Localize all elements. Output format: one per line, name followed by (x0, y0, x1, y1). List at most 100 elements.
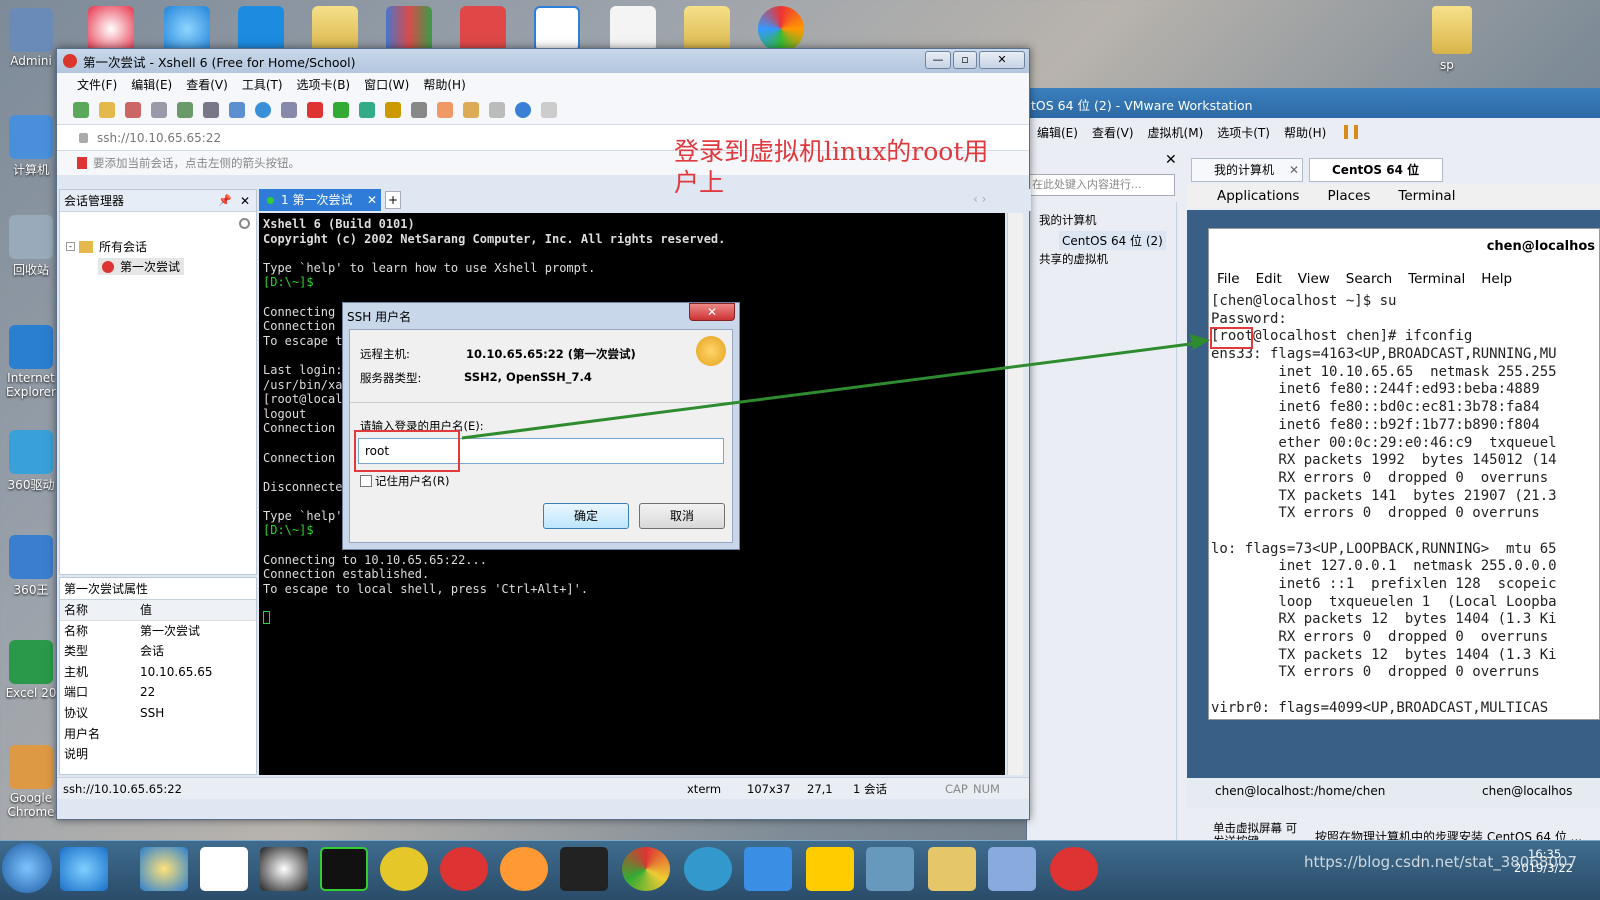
ie-taskbar-icon-2[interactable] (140, 847, 188, 891)
reconnect-icon[interactable] (151, 101, 167, 118)
help-icon[interactable] (515, 101, 531, 118)
start-button[interactable] (2, 843, 52, 893)
tab-close-icon[interactable]: ✕ (367, 189, 377, 211)
term-menu-help[interactable]: Help (1481, 271, 1512, 287)
gnome-menu-places[interactable]: Places (1327, 188, 1370, 204)
property-row[interactable]: 协议 SSH (60, 703, 256, 724)
transfer-icon[interactable] (229, 101, 245, 118)
remember-checkbox[interactable] (360, 475, 372, 487)
menu-edit[interactable]: 编辑(E) (131, 76, 172, 93)
vmware-taskbar-icon[interactable] (866, 847, 914, 891)
tree-all-sessions[interactable]: - 所有会话 (66, 238, 147, 255)
library-close-icon[interactable]: ✕ (1165, 152, 1177, 168)
vmware-menu-vm[interactable]: 虚拟机(M) (1148, 124, 1204, 141)
baidu-taskbar-icon[interactable] (200, 847, 248, 891)
lock-icon[interactable] (385, 101, 401, 118)
gnome-menu-applications[interactable]: Applications (1217, 188, 1299, 204)
open-folder-icon[interactable] (99, 101, 115, 118)
term-menu-search[interactable]: Search (1346, 271, 1392, 287)
chat-icon[interactable] (541, 101, 557, 118)
property-row[interactable]: 说明 (60, 744, 256, 765)
terminal-scrollbar[interactable] (1007, 213, 1023, 775)
pause-icon[interactable] (1344, 125, 1359, 139)
session-search-icon[interactable] (239, 218, 250, 229)
qq-bird-icon[interactable] (164, 6, 210, 52)
tree-collapse-icon[interactable]: - (66, 242, 75, 251)
vm-bottom-tab-2[interactable]: chen@localhos (1482, 784, 1572, 798)
tab-session-1[interactable]: 1 第一次尝试 ✕ (259, 189, 381, 211)
tree-session-item[interactable]: 第一次尝试 (98, 258, 185, 275)
layout-icon[interactable] (489, 101, 505, 118)
itunes-icon[interactable] (88, 6, 134, 52)
highlight-icon[interactable] (437, 101, 453, 118)
font-icon[interactable] (281, 101, 297, 118)
app-taskbar-icon-yellow[interactable] (380, 847, 428, 891)
app-taskbar-icon-cloud[interactable] (988, 847, 1036, 891)
qq-taskbar-icon[interactable] (260, 847, 308, 891)
property-row[interactable]: 类型 会话 (60, 641, 256, 662)
linux-terminal-output[interactable]: [chen@localhost ~]$ su Password: [root@loc… (1211, 293, 1557, 718)
menu-window[interactable]: 窗口(W) (364, 76, 409, 93)
folder-icon[interactable] (312, 6, 358, 52)
property-row[interactable]: 名称 第一次尝试 (60, 621, 256, 642)
app-taskbar-icon-blue[interactable] (684, 847, 732, 891)
menu-file[interactable]: 文件(F) (77, 76, 117, 93)
weibo-taskbar-icon[interactable] (500, 847, 548, 891)
tab-close-icon[interactable]: ✕ (1289, 159, 1299, 181)
find-icon[interactable] (203, 101, 219, 118)
bookmark-icon[interactable] (77, 157, 87, 169)
folder-icon-top-right[interactable] (1432, 6, 1472, 54)
ok-button[interactable]: 确定 (543, 503, 629, 529)
app-taskbar-icon-bird[interactable] (744, 847, 792, 891)
winrar-icon[interactable] (386, 6, 432, 52)
folder-icon-2[interactable] (684, 6, 730, 52)
ie-taskbar-icon[interactable] (60, 847, 108, 891)
pdf-icon[interactable] (460, 6, 506, 52)
cancel-button[interactable]: 取消 (639, 503, 725, 529)
chrome-taskbar-icon[interactable] (622, 847, 670, 891)
pane-close-icon[interactable]: ✕ (240, 190, 250, 212)
vmware-menu-tabs[interactable]: 选项卡(T) (1217, 124, 1270, 141)
pycharm-taskbar-icon[interactable] (320, 847, 368, 891)
term-menu-terminal[interactable]: Terminal (1408, 271, 1465, 287)
disconnect-icon[interactable] (125, 101, 141, 118)
property-row[interactable]: 主机 10.10.65.65 (60, 662, 256, 683)
menu-help[interactable]: 帮助(H) (423, 76, 465, 93)
close-button[interactable]: ✕ (979, 51, 1025, 69)
vmware-menu-edit[interactable]: 编辑(E) (1037, 124, 1078, 141)
library-search-input[interactable]: 在此处键入内容进行... (1029, 174, 1175, 196)
menu-view[interactable]: 查看(V) (186, 76, 228, 93)
globe-icon[interactable] (255, 101, 271, 118)
cts-icon[interactable] (238, 6, 284, 52)
menu-tabs[interactable]: 选项卡(B) (297, 76, 351, 93)
pin-icon[interactable]: 📌 (218, 190, 232, 212)
property-row[interactable]: 端口 22 (60, 682, 256, 703)
term-menu-view[interactable]: View (1298, 271, 1330, 287)
term-menu-edit[interactable]: Edit (1256, 271, 1282, 287)
menu-tools[interactable]: 工具(T) (242, 76, 283, 93)
vmware-menu-help[interactable]: 帮助(H) (1284, 124, 1326, 141)
maximize-button[interactable]: ▫ (953, 51, 977, 69)
vmware-menu-view[interactable]: 查看(V) (1092, 124, 1134, 141)
app-icon-colorful[interactable] (758, 6, 804, 52)
property-row[interactable]: 用户名 (60, 724, 256, 745)
add-icon[interactable] (463, 101, 479, 118)
properties-icon[interactable] (177, 101, 193, 118)
explorer-taskbar-icon[interactable] (928, 847, 976, 891)
dialog-close-button[interactable]: ✕ (689, 303, 735, 321)
xmanager-icon[interactable] (333, 101, 349, 118)
vm-bottom-tab-1[interactable]: chen@localhost:/home/chen (1215, 784, 1397, 798)
keyboard-icon[interactable] (411, 101, 427, 118)
document-icon[interactable] (610, 6, 656, 52)
xftp-icon[interactable] (307, 101, 323, 118)
vm-tab-centos[interactable]: CentOS 64 位 (2)✕ (1309, 158, 1443, 199)
xshell-taskbar-icon[interactable] (1050, 847, 1098, 891)
vm-tab-my-computer[interactable]: 我的计算机 ✕ (1191, 158, 1303, 182)
new-session-icon[interactable] (73, 101, 89, 118)
minimize-button[interactable]: — (925, 51, 951, 69)
term-menu-file[interactable]: File (1217, 271, 1240, 287)
new-tab-button[interactable]: + (385, 191, 401, 209)
vmware-player-taskbar-icon[interactable] (806, 847, 854, 891)
wps-taskbar-icon[interactable] (560, 847, 608, 891)
gnome-terminal-window[interactable]: chen@localhos File Edit View Search Term… (1208, 228, 1600, 720)
